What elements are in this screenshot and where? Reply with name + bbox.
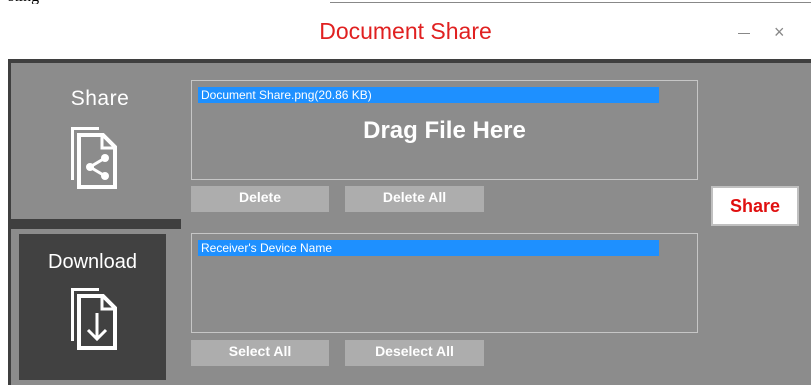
tab-download-label: Download [48, 251, 137, 273]
clipped-top-text-label: sting [8, 0, 39, 4]
tab-share[interactable]: Share [19, 73, 181, 215]
share-button[interactable]: Share [711, 186, 799, 226]
delete-all-button[interactable]: Delete All [345, 186, 484, 212]
select-all-button[interactable]: Select All [191, 340, 329, 366]
tab-download[interactable]: Download [19, 234, 166, 380]
selected-file-row[interactable]: Document Share.png(20.86 KB) [198, 87, 659, 103]
top-divider [330, 2, 811, 3]
tab-share-label: Share [70, 87, 130, 110]
tab-separator [11, 219, 181, 229]
file-drop-zone[interactable]: Document Share.png(20.86 KB) Drag File H… [191, 80, 698, 180]
delete-button[interactable]: Delete [191, 186, 329, 212]
download-document-icon [71, 288, 117, 350]
app-body: Share Download Document Share.png(20.86 … [8, 59, 811, 385]
drag-file-hint: Drag File Here [363, 117, 526, 144]
deselect-all-button[interactable]: Deselect All [345, 340, 484, 366]
device-list[interactable]: Receiver's Device Name [191, 233, 698, 333]
close-button[interactable]: × [774, 22, 785, 42]
window-title: Document Share [319, 18, 492, 44]
minimize-button[interactable] [735, 22, 753, 42]
device-row[interactable]: Receiver's Device Name [198, 240, 659, 256]
share-document-icon [71, 127, 117, 189]
app-top-border [8, 59, 811, 63]
